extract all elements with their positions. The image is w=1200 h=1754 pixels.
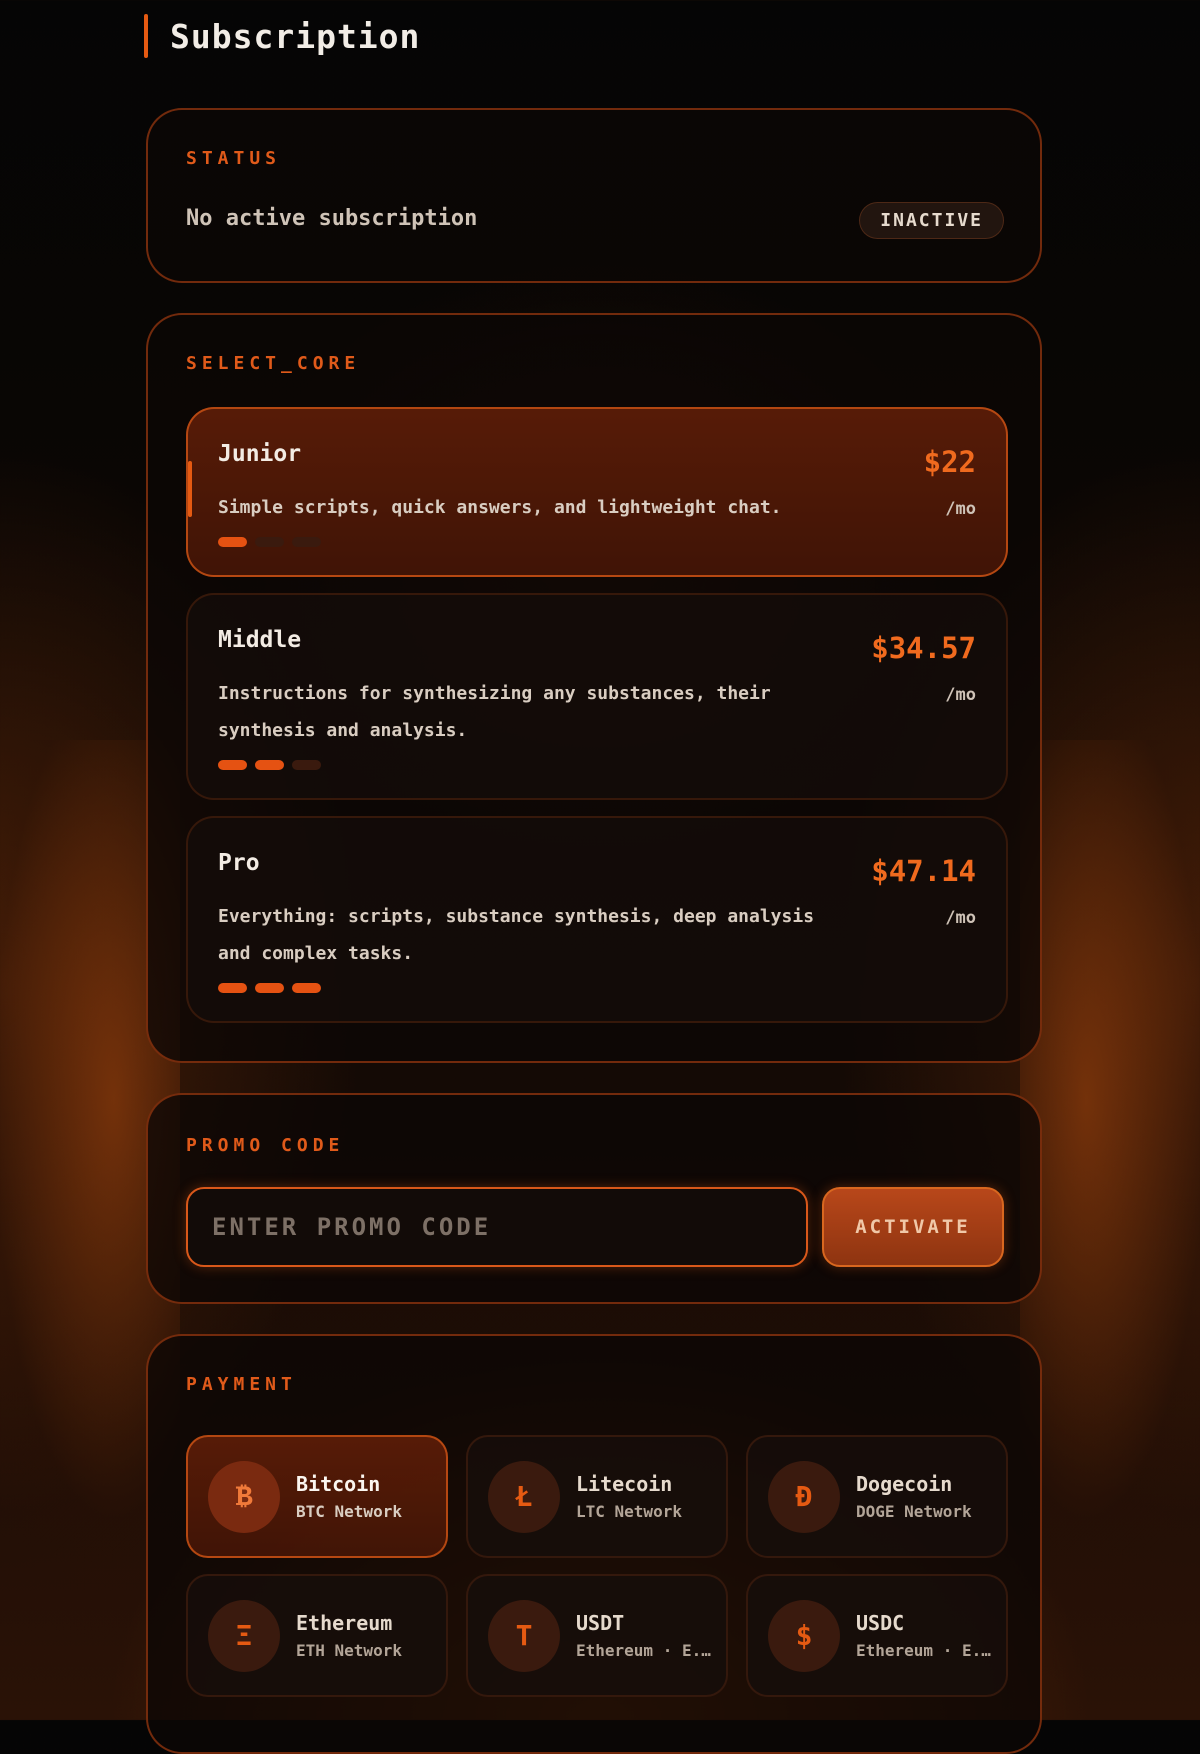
tier-dot-filled (218, 537, 247, 547)
payment-method-usdt[interactable]: T USDT Ethereum · E... (466, 1574, 728, 1697)
selected-accent-bar (188, 461, 192, 517)
payment-method-text: USDT Ethereum · E... (576, 1611, 716, 1660)
payment-method-dogecoin[interactable]: Đ Dogecoin DOGE Network (746, 1435, 1008, 1558)
tier-indicator (218, 983, 321, 993)
plan-period: /mo (945, 499, 976, 519)
ethereum-icon: Ξ (208, 1599, 280, 1672)
coin-network: Ethereum · E... (576, 1641, 716, 1660)
plan-card-junior[interactable]: Junior Simple scripts, quick answers, an… (186, 407, 1008, 577)
status-label: STATUS (186, 148, 282, 169)
coin-name: Litecoin (576, 1472, 673, 1496)
tier-dot-filled (255, 983, 284, 993)
title-accent-bar (144, 14, 148, 58)
payment-panel: PAYMENT ₿ Bitcoin BTC Network Ł Litecoin… (146, 1334, 1042, 1754)
activate-button[interactable]: ACTIVATE (822, 1187, 1004, 1267)
payment-method-text: Litecoin LTC Network (576, 1472, 682, 1521)
tether-icon: T (488, 1599, 560, 1672)
tier-dot-empty (292, 537, 321, 547)
plan-price: $34.57 (871, 631, 976, 665)
page-header: Subscription (144, 14, 420, 58)
payment-method-text: USDC Ethereum · E... (856, 1611, 996, 1660)
plan-period: /mo (945, 685, 976, 705)
plan-description: Instructions for synthesizing any substa… (218, 683, 771, 741)
plan-selector-panel: SELECT_CORE Junior Simple scripts, quick… (146, 313, 1042, 1063)
status-panel: STATUS No active subscription INACTIVE (146, 108, 1042, 283)
coin-network: BTC Network (296, 1502, 402, 1521)
background-wing-right (1020, 740, 1200, 1640)
payment-method-grid: ₿ Bitcoin BTC Network Ł Litecoin LTC Net… (186, 1435, 1008, 1697)
plan-section-label: SELECT_CORE (186, 353, 361, 374)
coin-name: Dogecoin (856, 1472, 953, 1496)
coin-network: DOGE Network (856, 1502, 972, 1521)
status-text: No active subscription (186, 206, 478, 231)
coin-network: Ethereum · E... (856, 1641, 996, 1660)
tier-dot-filled (218, 760, 247, 770)
plan-description: Simple scripts, quick answers, and light… (218, 497, 782, 518)
plan-card-middle[interactable]: Middle Instructions for synthesizing any… (186, 593, 1008, 800)
coin-name: Ethereum (296, 1611, 393, 1635)
plan-price: $22 (923, 445, 976, 479)
usdc-icon: $ (768, 1599, 840, 1672)
payment-method-text: Bitcoin BTC Network (296, 1472, 402, 1521)
payment-method-ethereum[interactable]: Ξ Ethereum ETH Network (186, 1574, 448, 1697)
tier-dot-empty (292, 760, 321, 770)
payment-method-bitcoin[interactable]: ₿ Bitcoin BTC Network (186, 1435, 448, 1558)
payment-method-usdc[interactable]: $ USDC Ethereum · E... (746, 1574, 1008, 1697)
tier-dot-empty (255, 537, 284, 547)
tier-dot-filled (218, 983, 247, 993)
tier-dot-filled (255, 760, 284, 770)
coin-name: Bitcoin (296, 1472, 381, 1496)
plan-card-pro[interactable]: Pro Everything: scripts, substance synth… (186, 816, 1008, 1023)
bitcoin-icon: ₿ (208, 1460, 280, 1533)
coin-network: ETH Network (296, 1641, 402, 1660)
payment-method-text: Ethereum ETH Network (296, 1611, 402, 1660)
plan-name: Junior (218, 441, 302, 467)
coin-name: USDT (576, 1611, 625, 1635)
tier-indicator (218, 760, 321, 770)
status-badge: INACTIVE (859, 202, 1004, 239)
promo-section-label: PROMO CODE (186, 1135, 345, 1156)
plan-period: /mo (945, 908, 976, 928)
payment-method-litecoin[interactable]: Ł Litecoin LTC Network (466, 1435, 728, 1558)
plan-name: Pro (218, 850, 260, 876)
payment-section-label: PAYMENT (186, 1374, 297, 1395)
page-title: Subscription (170, 16, 421, 56)
coin-network: LTC Network (576, 1502, 682, 1521)
payment-method-text: Dogecoin DOGE Network (856, 1472, 972, 1521)
dogecoin-icon: Đ (768, 1460, 840, 1533)
plan-price: $47.14 (871, 854, 976, 888)
tier-dot-filled (292, 983, 321, 993)
tier-indicator (218, 537, 321, 547)
plan-name: Middle (218, 627, 302, 653)
promo-code-panel: PROMO CODE ACTIVATE (146, 1093, 1042, 1304)
promo-code-input[interactable] (186, 1187, 808, 1267)
plan-description: Everything: scripts, substance synthesis… (218, 906, 815, 964)
coin-name: USDC (856, 1611, 905, 1635)
litecoin-icon: Ł (488, 1460, 560, 1533)
